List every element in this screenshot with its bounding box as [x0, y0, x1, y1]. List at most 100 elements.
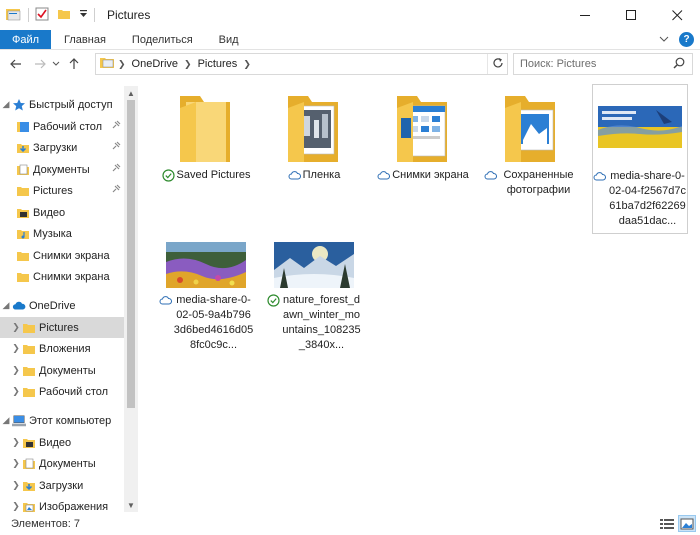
sidebar-item-video-quick[interactable]: Видео	[0, 202, 124, 223]
forward-button[interactable]	[30, 54, 50, 74]
sidebar-item-onedrive[interactable]: ◢ OneDrive	[0, 295, 124, 316]
sidebar-item-onedrive-desktop[interactable]: ❯ Рабочий стол	[0, 381, 124, 402]
scroll-up-arrow-icon[interactable]: ▲	[124, 86, 138, 100]
pin-icon	[112, 184, 121, 196]
sidebar-item-music[interactable]: Музыка	[0, 223, 124, 244]
folder-icon	[22, 321, 36, 335]
pin-icon	[112, 163, 121, 175]
properties-icon[interactable]	[35, 7, 49, 24]
ribbon-tabs: Файл Главная Поделиться Вид ?	[0, 30, 700, 50]
status-bar: Элементов: 7	[0, 512, 700, 535]
file-item-media-share-2[interactable]: media-share-0-02-05-9a4b7963d6bed4616d05…	[158, 237, 254, 387]
chevron-down-icon[interactable]: ◢	[0, 415, 12, 426]
navigation-pane-scrollbar[interactable]: ▲ ▼	[124, 86, 138, 512]
chevron-down-icon[interactable]: ◢	[0, 300, 12, 311]
sidebar-item-pc-images[interactable]: ❯ Изображения	[0, 496, 124, 513]
chevron-right-icon[interactable]: ❯	[10, 322, 22, 333]
recent-locations-icon[interactable]	[50, 54, 62, 74]
location-icon	[100, 56, 116, 72]
chevron-right-icon[interactable]: ❯	[10, 386, 22, 397]
close-button[interactable]	[654, 0, 700, 30]
file-item-saved-pictures[interactable]: Saved Pictures	[158, 84, 254, 234]
breadcrumb-onedrive[interactable]: OneDrive	[128, 58, 182, 70]
chevron-right-icon[interactable]: ❯	[10, 437, 22, 448]
tab-share[interactable]: Поделиться	[119, 30, 206, 49]
search-input[interactable]	[514, 55, 669, 73]
maximize-button[interactable]	[608, 0, 654, 30]
chevron-right-icon[interactable]: ❯	[10, 365, 22, 376]
sidebar-item-pc-downloads[interactable]: ❯ Загрузки	[0, 475, 124, 496]
folder-icon	[22, 342, 36, 356]
file-name: Saved Pictures	[176, 169, 251, 181]
cloud-icon	[12, 299, 26, 313]
cloud-status-icon	[484, 169, 497, 182]
sidebar-item-pc-documents[interactable]: ❯ Документы	[0, 453, 124, 474]
sidebar-item-screenshots-2[interactable]: Снимки экрана	[0, 266, 124, 287]
address-dropdown-and-refresh	[487, 54, 507, 74]
address-bar[interactable]: ❯ OneDrive ❯ Pictures ❯	[95, 53, 508, 75]
breadcrumb-chevron-icon[interactable]: ❯	[241, 59, 253, 70]
chevron-right-icon[interactable]: ❯	[10, 343, 22, 354]
details-view-button[interactable]	[658, 515, 676, 532]
sidebar-item-desktop[interactable]: Рабочий стол	[0, 116, 124, 137]
file-item-film[interactable]: Пленка	[266, 84, 362, 234]
sidebar-item-quick-access[interactable]: ◢ Быстрый доступ	[0, 94, 124, 115]
breadcrumb-chevron-icon[interactable]: ❯	[116, 59, 128, 70]
cloud-status-icon	[159, 294, 172, 307]
chevron-right-icon[interactable]: ❯	[10, 480, 22, 491]
cloud-status-icon	[593, 170, 606, 183]
window-title: Pictures	[107, 8, 151, 22]
new-folder-icon[interactable]	[57, 7, 71, 24]
chevron-right-icon[interactable]: ❯	[10, 501, 22, 512]
explorer-app-icon	[6, 7, 22, 24]
minimize-button[interactable]	[562, 0, 608, 30]
customize-toolbar-icon[interactable]	[79, 9, 88, 22]
synced-check-icon	[161, 169, 175, 182]
pictures-icon	[22, 500, 36, 513]
cloud-status-icon	[377, 169, 391, 182]
expand-ribbon-chevron-icon[interactable]	[659, 34, 669, 46]
large-icons-view-button[interactable]	[678, 515, 696, 532]
item-count: Элементов: 7	[11, 517, 80, 530]
sidebar-item-onedrive-documents[interactable]: ❯ Документы	[0, 360, 124, 381]
chevron-down-icon[interactable]: ◢	[0, 99, 12, 110]
sidebar-item-attachments[interactable]: ❯ Вложения	[0, 338, 124, 359]
pin-icon	[112, 120, 121, 132]
file-item-nature-winter[interactable]: nature_forest_dawn_winter_mountains_1082…	[266, 237, 362, 387]
back-button[interactable]	[6, 54, 26, 74]
documents-icon	[16, 163, 30, 177]
up-button[interactable]	[64, 54, 84, 74]
folder-icon	[16, 184, 30, 198]
file-item-media-share-1[interactable]: media-share-0-02-04-f2567d7c61ba7d2f6226…	[592, 84, 688, 234]
sidebar-item-this-pc[interactable]: ◢ Этот компьютер	[0, 410, 124, 431]
help-icon[interactable]: ?	[679, 32, 694, 47]
tab-view[interactable]: Вид	[206, 30, 252, 49]
tab-home[interactable]: Главная	[51, 30, 119, 49]
search-icon[interactable]	[673, 57, 685, 72]
sidebar-item-onedrive-pictures[interactable]: ❯ Pictures	[0, 317, 124, 338]
file-item-screenshots[interactable]: Снимки экрана	[375, 84, 471, 234]
documents-icon	[22, 457, 36, 471]
sidebar-item-pictures-quick[interactable]: Pictures	[0, 180, 124, 201]
scroll-down-arrow-icon[interactable]: ▼	[124, 498, 138, 512]
breadcrumb-chevron-icon[interactable]: ❯	[182, 59, 194, 70]
scrollbar-thumb[interactable]	[127, 100, 135, 408]
sidebar-item-pc-video[interactable]: ❯ Видео	[0, 432, 124, 453]
search-box	[513, 53, 693, 75]
chevron-right-icon[interactable]: ❯	[10, 458, 22, 469]
refresh-icon[interactable]	[492, 57, 504, 72]
file-name: media-share-0-02-05-9a4b7963d6bed4616d05…	[173, 294, 254, 351]
image-thumbnail	[160, 237, 252, 293]
folder-icon	[22, 364, 36, 378]
file-name: nature_forest_dawn_winter_mountains_1082…	[282, 294, 361, 351]
navigation-pane: ◢ Быстрый доступ Рабочий стол Загрузки Д…	[0, 86, 124, 512]
folder-icon	[160, 84, 252, 168]
file-name: Сохраненные фотографии	[503, 169, 574, 196]
star-icon	[12, 98, 26, 112]
breadcrumb-pictures[interactable]: Pictures	[194, 58, 242, 70]
sidebar-item-downloads[interactable]: Загрузки	[0, 137, 124, 158]
file-item-saved-photos[interactable]: Сохраненные фотографии	[483, 84, 579, 234]
sidebar-item-screenshots-1[interactable]: Снимки экрана	[0, 245, 124, 266]
sidebar-item-documents[interactable]: Документы	[0, 159, 124, 180]
tab-file[interactable]: Файл	[0, 30, 52, 49]
